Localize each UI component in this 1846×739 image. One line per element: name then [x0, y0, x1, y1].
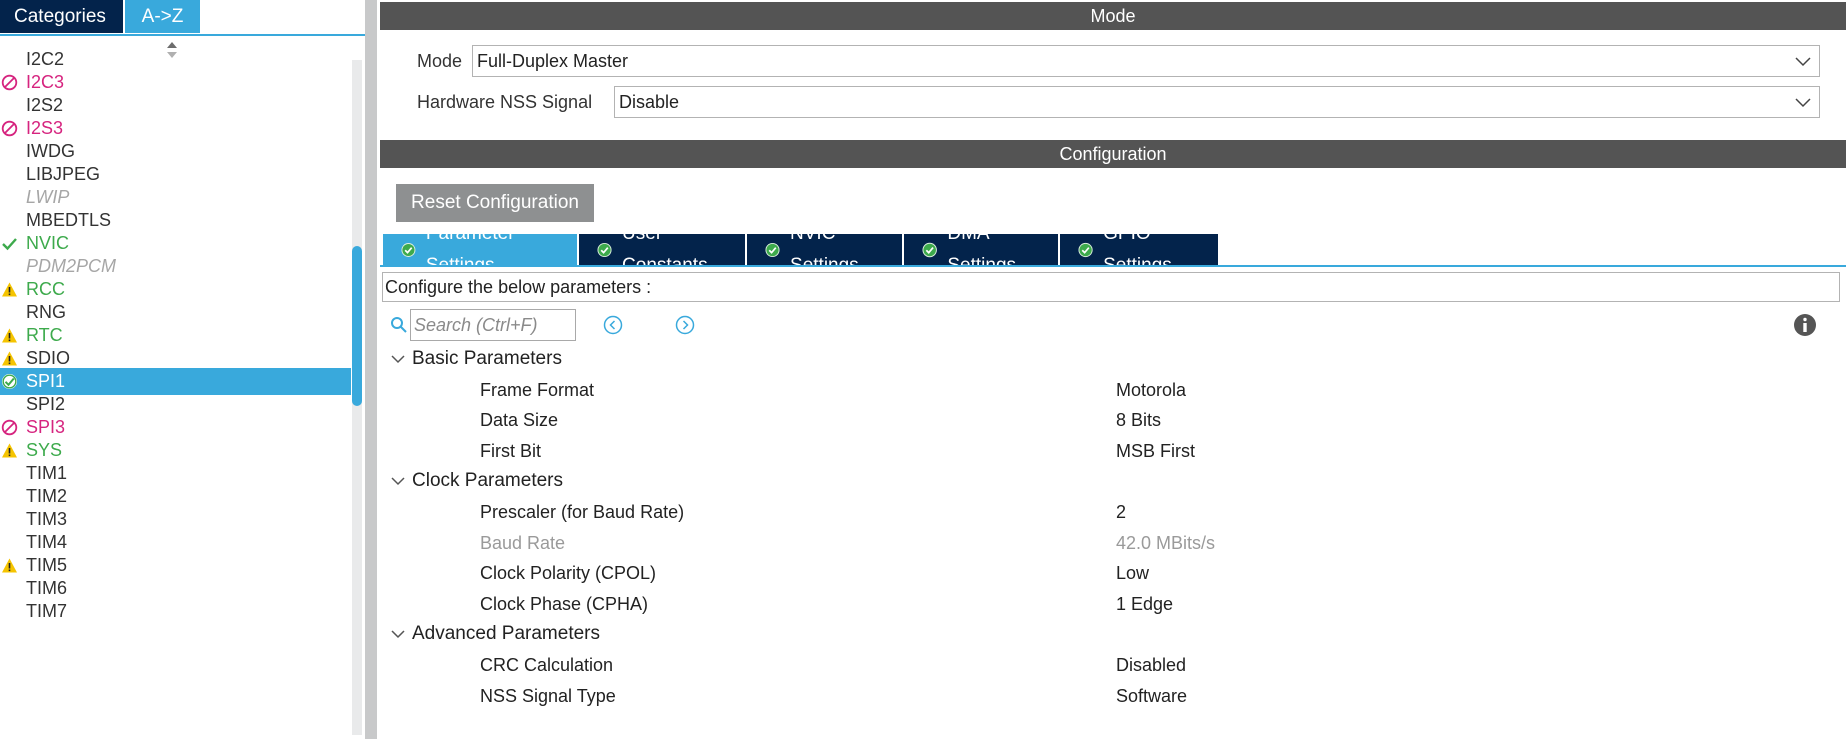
blocked-icon — [1, 120, 18, 137]
tab-underline — [0, 34, 365, 36]
settings-tabs: Parameter Settings User Constants NVIC Set… — [383, 223, 1220, 276]
tab-a-to-z[interactable]: A->Z — [125, 0, 200, 33]
param-value[interactable]: Software — [1116, 681, 1187, 711]
check-circle-icon — [597, 242, 612, 258]
param-name: Clock Phase (CPHA) — [480, 593, 649, 614]
param-value[interactable]: 8 Bits — [1116, 405, 1161, 435]
mode-select-value: Full-Duplex Master — [477, 51, 629, 71]
tab-nvic-settings[interactable]: NVIC Settings — [747, 223, 902, 276]
group-basic-parameters[interactable]: Basic Parameters — [390, 344, 790, 374]
configuration-header: Configuration — [380, 140, 1846, 168]
param-value[interactable]: 2 — [1116, 497, 1126, 527]
info-icon[interactable] — [1793, 313, 1817, 337]
checkmark-icon — [2, 238, 17, 251]
group-title: Basic Parameters — [412, 348, 562, 369]
param-row[interactable]: Data Size 8 Bits — [378, 405, 1778, 435]
tab-gpio-settings[interactable]: GPIO Settings — [1060, 223, 1218, 276]
param-name: First Bit — [480, 440, 541, 461]
mode-header: Mode — [380, 2, 1846, 30]
peripheral-panel: Categories A->Z I2C2 I2C3 I2S2 I2S3 IWDG LIBJ… — [0, 0, 365, 739]
mode-label: Mode — [417, 51, 463, 71]
next-match-icon[interactable] — [675, 315, 695, 335]
description-box: Configure the below parameters : — [382, 272, 1840, 302]
param-row: Baud Rate 42.0 MBits/s — [378, 528, 1778, 558]
group-title: Clock Parameters — [412, 470, 563, 492]
reset-configuration-button[interactable]: Reset Configuration — [396, 184, 594, 222]
search-input[interactable] — [410, 309, 576, 341]
tab-user-constants[interactable]: User Constants — [579, 223, 745, 276]
check-circle-icon — [922, 242, 937, 258]
chevron-down-icon[interactable] — [390, 628, 406, 640]
peripheral-item-tim7[interactable]: TIM7 — [0, 598, 351, 625]
check-circle-icon — [2, 374, 17, 389]
mode-select[interactable]: Full-Duplex Master — [472, 45, 1820, 77]
param-row[interactable]: CRC Calculation Disabled — [378, 650, 1778, 680]
tab-categories[interactable]: Categories — [0, 0, 123, 33]
check-circle-icon — [401, 243, 416, 257]
param-name: Prescaler (for Baud Rate) — [480, 502, 685, 522]
chevron-down-icon — [1795, 57, 1811, 67]
warning-icon — [2, 282, 17, 297]
param-value[interactable]: Low — [1116, 558, 1149, 588]
param-row[interactable]: Frame Format Motorola — [378, 375, 1778, 405]
search-icon — [391, 317, 407, 333]
param-value[interactable]: MSB First — [1116, 436, 1195, 466]
blocked-icon — [1, 74, 18, 91]
param-name: NSS Signal Type — [480, 685, 616, 706]
check-circle-icon — [1078, 242, 1093, 258]
param-value[interactable]: Disabled — [1116, 650, 1186, 680]
param-row[interactable]: Prescaler (for Baud Rate) 2 — [378, 497, 1778, 527]
param-name: Baud Rate — [480, 532, 566, 553]
scrollbar-thumb[interactable] — [352, 246, 362, 406]
param-name: CRC Calculation — [480, 655, 614, 675]
param-row[interactable]: Clock Polarity (CPOL) Low — [378, 558, 1778, 588]
warning-icon — [2, 351, 17, 366]
blocked-icon — [1, 419, 18, 436]
group-title: Advanced Parameters — [412, 623, 600, 645]
tab-parameter-settings[interactable]: Parameter Settings — [383, 223, 577, 276]
check-circle-icon — [765, 242, 780, 258]
group-clock-parameters[interactable]: Clock Parameters — [390, 466, 790, 496]
warning-icon — [2, 328, 17, 343]
chevron-down-icon[interactable] — [390, 353, 406, 365]
param-name: Frame Format — [480, 379, 595, 400]
param-row[interactable]: NSS Signal Type Software — [378, 681, 1778, 711]
tab-dma-settings[interactable]: DMA Settings — [904, 223, 1058, 276]
param-value[interactable]: 1 Edge — [1116, 589, 1173, 619]
view-tabs: Categories A->Z — [0, 0, 200, 33]
param-value[interactable]: Motorola — [1116, 375, 1186, 405]
param-row[interactable]: First Bit MSB First — [378, 436, 1778, 466]
param-name: Clock Polarity (CPOL) — [480, 563, 657, 584]
peripheral-list: I2C2 I2C3 I2S2 I2S3 IWDG LIBJPEG LWIP MBEDTLS NV… — [0, 49, 351, 739]
warning-icon — [2, 443, 17, 458]
param-row[interactable]: Clock Phase (CPHA) 1 Edge — [378, 589, 1778, 619]
nss-select[interactable]: Disable — [614, 86, 1820, 118]
param-value: 42.0 MBits/s — [1116, 532, 1216, 553]
chevron-down-icon — [1795, 98, 1811, 108]
nss-label: Hardware NSS Signal — [417, 92, 593, 112]
group-advanced-parameters[interactable]: Advanced Parameters — [390, 619, 790, 649]
settings-tab-underline — [380, 265, 1846, 267]
panel-splitter[interactable] — [365, 0, 377, 739]
config-panel: Mode Mode Full-Duplex Master Hardware NS… — [378, 0, 1846, 739]
nss-select-value: Disable — [619, 92, 680, 112]
previous-match-icon[interactable] — [603, 315, 623, 335]
chevron-down-icon[interactable] — [390, 475, 406, 487]
warning-icon — [2, 558, 17, 573]
peripheral-item-label: TIM7 — [26, 601, 68, 621]
param-name: Data Size — [480, 410, 559, 431]
